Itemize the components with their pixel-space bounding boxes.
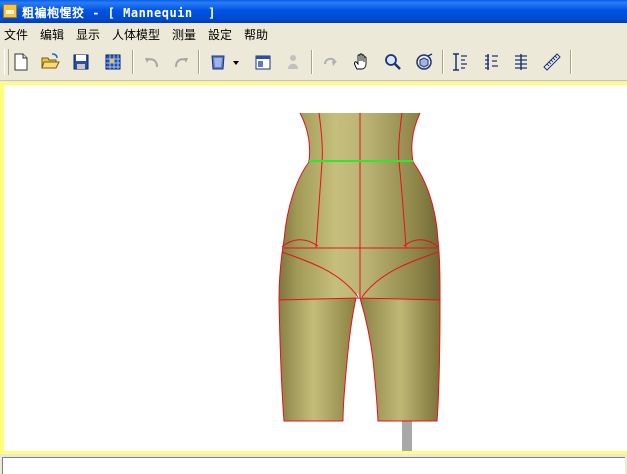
- figure-icon: [288, 55, 298, 69]
- measure-height-button[interactable]: [448, 50, 472, 74]
- menu-edit[interactable]: 编辑: [40, 26, 64, 43]
- toolbar-separator: [198, 50, 200, 74]
- app-icon[interactable]: [3, 4, 17, 18]
- save-button[interactable]: [69, 50, 93, 74]
- menu-bar: 文件 编辑 显示 人体模型 测量 設定 帮助: [0, 23, 627, 43]
- new-file-icon: [14, 53, 28, 71]
- status-bar: [0, 454, 627, 474]
- toolbar-separator: [311, 50, 313, 74]
- measure-levels-button[interactable]: [479, 50, 503, 74]
- open-folder-icon: [41, 53, 60, 69]
- cube-icon: [416, 53, 433, 70]
- toolbar-separator: [132, 50, 134, 74]
- redo-icon: [175, 58, 188, 68]
- title-bar: 粗褊枹惺狡 - [ Mannequin ]: [0, 0, 627, 23]
- mannequin-view-button[interactable]: [206, 50, 230, 74]
- height-measure-icon: [453, 53, 467, 71]
- zoom-button[interactable]: [381, 50, 405, 74]
- zoom-fit-button[interactable]: [412, 50, 436, 74]
- mannequin-viewport[interactable]: [0, 82, 627, 454]
- figure-button[interactable]: [281, 50, 305, 74]
- menu-view[interactable]: 显示: [76, 26, 100, 43]
- new-file-button[interactable]: [9, 50, 33, 74]
- hand-icon: [354, 53, 367, 70]
- menu-measure[interactable]: 测量: [172, 26, 196, 43]
- mannequin-stand: [402, 420, 412, 451]
- levels-measure-icon: [485, 54, 498, 70]
- floppy-disk-icon: [73, 54, 89, 70]
- mannequin-view-dropdown[interactable]: [230, 50, 242, 74]
- chevron-down-icon: [233, 61, 239, 65]
- mannequin-left-leg: [279, 298, 356, 421]
- status-text: [2, 457, 625, 474]
- magnifier-icon: [385, 54, 401, 70]
- window-icon: [255, 55, 271, 70]
- toolbar-separator: [570, 50, 572, 74]
- measure-girth-button[interactable]: [509, 50, 533, 74]
- print-button[interactable]: [101, 50, 125, 74]
- undo-icon: [145, 58, 158, 68]
- window-view-button[interactable]: [251, 50, 275, 74]
- redo-button[interactable]: [169, 50, 193, 74]
- ruler-icon: [543, 53, 561, 71]
- rotate-icon: [324, 57, 337, 66]
- grid-icon: [105, 54, 121, 70]
- toolbar: [0, 43, 627, 81]
- open-file-button[interactable]: [38, 50, 62, 74]
- mannequin-canvas[interactable]: [4, 85, 627, 451]
- window-title: 粗褊枹惺狡 - [ Mannequin ]: [22, 6, 216, 20]
- menu-help[interactable]: 帮助: [244, 26, 268, 43]
- mannequin-right-leg: [360, 298, 440, 421]
- rotate-button[interactable]: [318, 50, 342, 74]
- mannequin-icon: [211, 55, 225, 70]
- menu-mannequin[interactable]: 人体模型: [112, 26, 160, 43]
- girth-measure-icon: [515, 54, 527, 70]
- menu-file[interactable]: 文件: [4, 26, 28, 43]
- menu-settings[interactable]: 設定: [208, 26, 232, 43]
- toolbar-separator: [442, 50, 444, 74]
- pan-button[interactable]: [349, 50, 373, 74]
- ruler-button[interactable]: [540, 50, 564, 74]
- undo-button[interactable]: [140, 50, 164, 74]
